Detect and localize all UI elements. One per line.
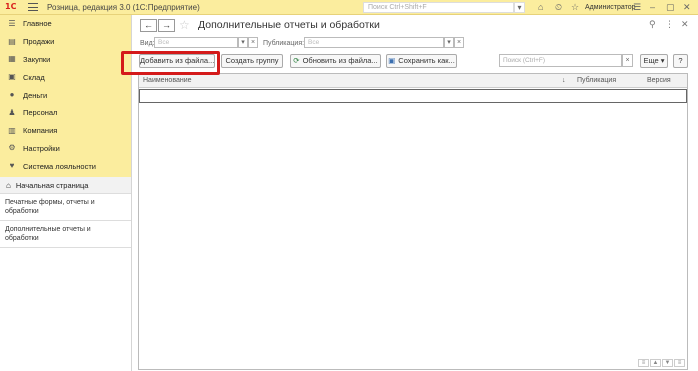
settings-icon: ⚙ [8, 143, 16, 153]
notifications-icon[interactable]: ⌂ [538, 1, 543, 13]
publication-filter-input[interactable]: Все [304, 37, 444, 48]
sort-arrow-icon[interactable]: ↓ [562, 77, 566, 84]
sidebar: ☰ Главное ▤ Продажи ▦ Закупки ▣ Склад ● … [0, 15, 132, 371]
scroll-up-button[interactable]: ▲ [650, 359, 661, 367]
update-icon: ⟳ [293, 56, 300, 65]
history-icon[interactable]: ⏲ [555, 1, 562, 13]
minimize-icon[interactable]: – [650, 1, 655, 13]
update-from-file-label: Обновить из файла... [302, 56, 378, 65]
close-form-icon[interactable]: ✕ [681, 19, 689, 30]
table-row[interactable] [139, 89, 687, 103]
publication-filter-label: Публикация: [263, 40, 305, 47]
open-window-additional-reports[interactable]: Дополнительные отчеты и обработки [0, 221, 131, 248]
favorite-star-icon[interactable]: ☆ [179, 18, 190, 32]
table-header: Наименование ↓ Публикация Версия [139, 74, 687, 88]
sidebar-item-warehouse[interactable]: ▣ Склад [0, 68, 131, 86]
app-logo: 1С [5, 2, 17, 11]
sidebar-item-sales[interactable]: ▤ Продажи [0, 33, 131, 51]
company-icon: ▥ [8, 125, 16, 135]
sidebar-item-label: Система лояльности [23, 161, 96, 171]
sidebar-item-main[interactable]: ☰ Главное [0, 15, 131, 33]
sidebar-item-label: Склад [23, 72, 45, 82]
user-name[interactable]: Администратор [585, 0, 636, 15]
list-icon: ☰ [8, 18, 16, 28]
person-icon: ♟ [8, 107, 16, 117]
global-search-input[interactable]: Поиск Ctrl+Shift+F [363, 2, 514, 13]
table-search-input[interactable]: Поиск (Ctrl+F) [499, 54, 622, 67]
close-icon[interactable]: ✕ [683, 1, 691, 13]
sidebar-item-label: Главное [23, 19, 52, 29]
global-search-dropdown-icon[interactable]: ▾ [514, 2, 525, 13]
save-as-label: Сохранить как... [398, 56, 455, 65]
open-windows-panel: ⌂ Начальная страница Печатные формы, отч… [0, 177, 131, 371]
scroll-bottom-button[interactable]: ≡ [674, 359, 685, 367]
sidebar-item-label: Настройки [23, 143, 60, 153]
column-name-header[interactable]: Наименование [143, 77, 192, 84]
sales-icon: ▤ [8, 36, 16, 46]
column-publication-header[interactable]: Публикация [577, 77, 616, 84]
scroll-top-button[interactable]: ≡ [638, 359, 649, 367]
table-scroll-controls: ≡ ▲ ▼ ≡ [637, 359, 685, 367]
sidebar-item-company[interactable]: ▥ Компания [0, 122, 131, 140]
title-bar: 1С Розница, редакция 3.0 (1С:Предприятие… [0, 0, 698, 15]
sidebar-item-label: Продажи [23, 37, 55, 47]
sidebar-item-label: Закупки [23, 54, 51, 64]
money-icon: ● [9, 90, 15, 100]
sidebar-item-purchases[interactable]: ▦ Закупки [0, 51, 131, 69]
kind-filter-dropdown-button[interactable]: ▾ [238, 37, 248, 48]
open-window-print-forms[interactable]: Печатные формы, отчеты и обработки [0, 194, 131, 221]
settings-menu-icon[interactable]: ☰ [633, 1, 641, 13]
sidebar-item-label: Деньги [23, 90, 48, 100]
more-actions-icon[interactable]: ⋮ [665, 19, 674, 30]
more-button[interactable]: Еще ▾ [640, 54, 668, 68]
sidebar-item-money[interactable]: ● Деньги [0, 86, 131, 104]
start-page-label: Начальная страница [15, 180, 89, 190]
kind-filter-input[interactable]: Все [154, 37, 238, 48]
kind-filter-label: Вид: [140, 40, 155, 47]
sidebar-item-personnel[interactable]: ♟ Персонал [0, 104, 131, 122]
publication-filter-clear-button[interactable]: × [454, 37, 464, 48]
app-title: Розница, редакция 3.0 (1С:Предприятие) [47, 2, 200, 12]
update-from-file-button[interactable]: ⟳ Обновить из файла... [290, 54, 381, 68]
heart-icon: ♥ [9, 161, 15, 171]
create-group-button[interactable]: Создать группу [221, 54, 283, 68]
back-button[interactable]: ← [140, 19, 157, 32]
favorites-star-icon[interactable]: ☆ [571, 1, 579, 13]
publication-filter-dropdown-button[interactable]: ▾ [444, 37, 454, 48]
table-search-clear-button[interactable]: × [622, 54, 633, 67]
purchases-icon: ▦ [8, 54, 16, 64]
maximize-icon[interactable]: ▢ [666, 1, 675, 13]
help-button[interactable]: ? [673, 54, 688, 68]
sidebar-item-loyalty[interactable]: ♥ Система лояльности [0, 157, 131, 175]
more-label: Еще [643, 56, 659, 65]
sidebar-item-settings[interactable]: ⚙ Настройки [0, 140, 131, 158]
start-page-link[interactable]: ⌂ Начальная страница [0, 177, 131, 194]
main-menu-icon[interactable] [28, 3, 38, 11]
reports-table[interactable]: Наименование ↓ Публикация Версия ≡ ▲ ▼ ≡ [138, 73, 688, 370]
save-as-button[interactable]: ▣ Сохранить как... [386, 54, 457, 68]
column-version-header[interactable]: Версия [647, 77, 671, 84]
highlight-frame [121, 51, 220, 75]
forward-button[interactable]: → [158, 19, 175, 32]
save-icon: ▣ [388, 56, 396, 65]
scroll-down-button[interactable]: ▼ [662, 359, 673, 367]
page-title: Дополнительные отчеты и обработки [198, 19, 380, 31]
home-icon: ⌂ [6, 180, 11, 190]
warehouse-icon: ▣ [8, 72, 16, 82]
link-icon[interactable]: ⚲ [649, 19, 656, 30]
chevron-down-icon: ▾ [660, 56, 665, 65]
kind-filter-clear-button[interactable]: × [248, 37, 258, 48]
sidebar-item-label: Персонал [23, 108, 58, 118]
sidebar-item-label: Компания [23, 126, 58, 136]
